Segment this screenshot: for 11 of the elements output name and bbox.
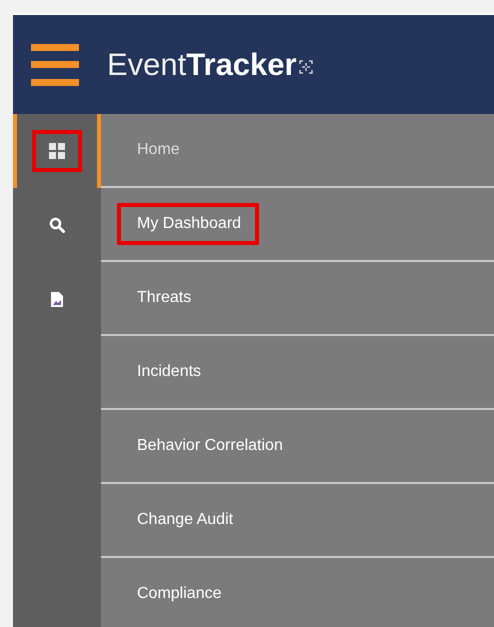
dashboard-icon[interactable] bbox=[32, 130, 82, 172]
menu-icon[interactable] bbox=[31, 44, 79, 86]
menu-item[interactable]: My Dashboard bbox=[117, 203, 260, 245]
menu-item[interactable]: Incidents bbox=[117, 351, 220, 393]
menu-item[interactable]: Compliance bbox=[117, 573, 240, 615]
menu-item[interactable]: Home bbox=[117, 129, 198, 171]
menu-item[interactable]: Threats bbox=[117, 277, 210, 319]
menu-item[interactable]: Change Audit bbox=[117, 499, 252, 541]
app-logo: EventTracker bbox=[107, 46, 297, 82]
menu-item[interactable]: Behavior Correlation bbox=[117, 425, 301, 467]
crosshair-icon bbox=[298, 60, 313, 74]
